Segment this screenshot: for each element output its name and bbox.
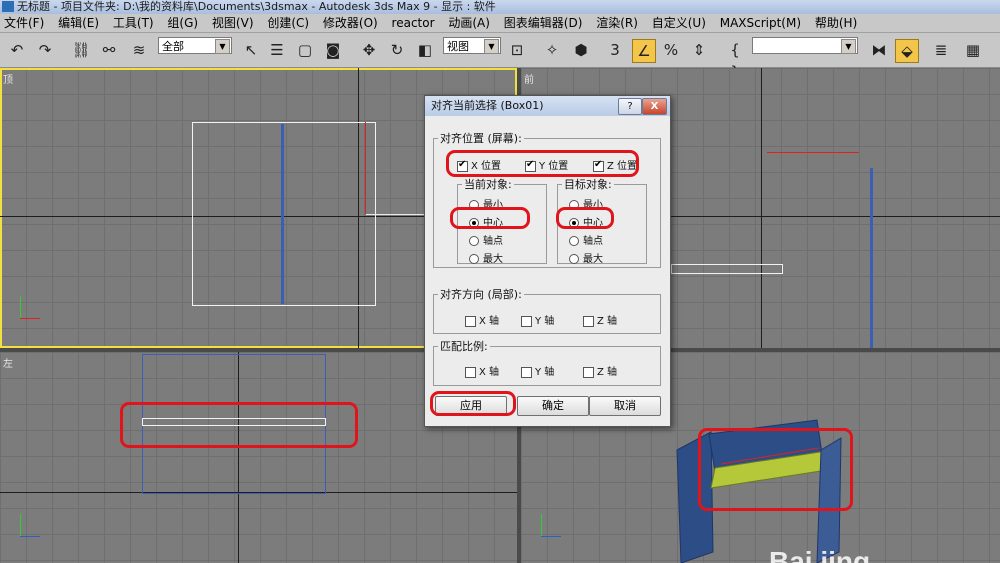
curve-editor-icon[interactable]: ▦ <box>962 39 984 61</box>
dialog-title: 对齐当前选择 (Box01) <box>431 99 544 112</box>
menu-group[interactable]: 组(G) <box>163 14 204 32</box>
angle-snap-icon[interactable]: ∠ <box>632 39 656 63</box>
reference-coordinate-dropdown[interactable]: 视图 ▼ <box>443 37 501 54</box>
target-min-radio[interactable]: 最小 <box>569 196 603 211</box>
mirror-icon[interactable]: ⧓ <box>868 39 890 61</box>
axis-tripod <box>537 512 577 542</box>
selection-filter-value: 全部 <box>162 40 184 53</box>
match-scale-legend: 匹配比例: <box>440 340 488 353</box>
scale-x-checkbox[interactable]: X 轴 <box>465 363 499 378</box>
window-title: 无标题 - 项目文件夹: D:\我的资料库\Documents\3dsmax -… <box>17 0 496 13</box>
gizmo-x-axis <box>366 214 426 215</box>
orient-y-checkbox[interactable]: Y 轴 <box>521 312 554 327</box>
current-max-radio[interactable]: 最大 <box>469 250 503 265</box>
box-object-outline[interactable] <box>671 264 783 274</box>
spinner-snap-icon[interactable]: ⇕ <box>688 39 710 61</box>
keyboard-shortcut-icon[interactable]: ⬢ <box>570 39 592 61</box>
menu-reactor[interactable]: reactor <box>388 14 441 32</box>
snaps-toggle-icon[interactable]: 3 <box>604 39 626 61</box>
apply-button[interactable]: 应用 <box>435 396 507 416</box>
chevron-down-icon: ▼ <box>215 39 230 54</box>
close-button[interactable]: X <box>642 98 667 115</box>
rectangular-selection-icon[interactable]: ▢ <box>294 39 316 61</box>
menu-bar: 文件(F) 编辑(E) 工具(T) 组(G) 视图(V) 创建(C) 修改器(O… <box>0 14 1000 33</box>
chevron-down-icon: ▼ <box>841 39 856 54</box>
chevron-down-icon: ▼ <box>484 39 499 54</box>
orient-x-checkbox[interactable]: X 轴 <box>465 312 499 327</box>
viewport-label-top: 顶 <box>3 75 13 86</box>
scale-z-checkbox[interactable]: Z 轴 <box>583 363 617 378</box>
axis-tripod <box>16 290 56 320</box>
menu-help[interactable]: 帮助(H) <box>811 14 863 32</box>
menu-maxscript[interactable]: MAXScript(M) <box>716 14 807 32</box>
axis-tripod <box>16 512 56 542</box>
align-orientation-legend: 对齐方向 (局部): <box>440 288 522 301</box>
select-and-link-icon[interactable]: ⛓ <box>70 39 92 61</box>
current-min-radio[interactable]: 最小 <box>469 196 503 211</box>
undo-icon[interactable]: ↶ <box>6 39 28 61</box>
match-scale-group: 匹配比例: <box>433 338 661 386</box>
current-center-radio[interactable]: 中心 <box>469 214 503 229</box>
y-position-checkbox[interactable]: Y 位置 <box>525 157 568 172</box>
target-object-legend: 目标对象: <box>564 178 612 191</box>
app-logo-icon <box>2 1 14 12</box>
align-position-legend: 对齐位置 (屏幕): <box>440 132 522 145</box>
menu-graph-editors[interactable]: 图表编辑器(D) <box>500 14 589 32</box>
menu-create[interactable]: 创建(C) <box>263 14 315 32</box>
watermark: Bai jing <box>769 546 871 563</box>
window-crossing-icon[interactable]: ◙ <box>322 39 344 61</box>
align-selection-dialog: 对齐当前选择 (Box01) ? X 对齐位置 (屏幕): X 位置 Y 位置 … <box>424 95 671 427</box>
gizmo-x-axis <box>767 152 859 153</box>
select-object-icon[interactable]: ↖ <box>240 39 262 61</box>
snaps-toggle-label: 3 <box>610 41 620 59</box>
viewport-label-front: 前 <box>524 75 534 86</box>
percent-snap-icon[interactable]: % <box>660 39 682 61</box>
orient-z-checkbox[interactable]: Z 轴 <box>583 312 617 327</box>
select-by-name-icon[interactable]: ☰ <box>266 39 288 61</box>
selection-filter-dropdown[interactable]: 全部 ▼ <box>158 37 232 54</box>
target-pivot-radio[interactable]: 轴点 <box>569 232 603 247</box>
box-object-outline[interactable] <box>192 122 376 306</box>
ok-button[interactable]: 确定 <box>517 396 589 416</box>
pivot-center-icon[interactable]: ⊡ <box>506 39 528 61</box>
align-icon[interactable]: ⬙ <box>895 39 919 63</box>
select-and-scale-icon[interactable]: ◧ <box>414 39 436 61</box>
select-and-manipulate-icon[interactable]: ✧ <box>541 39 563 61</box>
edit-named-selection-icon[interactable]: { } <box>724 39 746 81</box>
menu-edit[interactable]: 编辑(E) <box>54 14 105 32</box>
menu-tools[interactable]: 工具(T) <box>109 14 160 32</box>
redo-icon[interactable]: ↷ <box>34 39 56 61</box>
selected-box-object[interactable] <box>281 124 284 304</box>
bind-space-warp-icon[interactable]: ≋ <box>128 39 150 61</box>
current-object-legend: 当前对象: <box>464 178 512 191</box>
menu-file[interactable]: 文件(F) <box>0 14 50 32</box>
named-selection-dropdown[interactable]: ▼ <box>752 37 858 54</box>
select-and-rotate-icon[interactable]: ↻ <box>386 39 408 61</box>
x-position-checkbox[interactable]: X 位置 <box>457 157 501 172</box>
target-center-radio[interactable]: 中心 <box>569 214 603 229</box>
gizmo-y-axis <box>365 122 366 214</box>
window-titlebar: 无标题 - 项目文件夹: D:\我的资料库\Documents\3dsmax -… <box>0 0 1000 14</box>
menu-rendering[interactable]: 渲染(R) <box>592 14 644 32</box>
current-pivot-radio[interactable]: 轴点 <box>469 232 503 247</box>
menu-animation[interactable]: 动画(A) <box>444 14 496 32</box>
help-button[interactable]: ? <box>618 98 642 115</box>
z-position-checkbox[interactable]: Z 位置 <box>593 157 637 172</box>
selected-box-object[interactable] <box>870 168 873 348</box>
main-toolbar: ↶ ↷ ⛓ ⚯ ≋ 全部 ▼ ↖ ☰ ▢ ◙ ✥ ↻ ◧ 视图 ▼ ⊡ ✧ ⬢ … <box>0 33 1000 81</box>
menu-modifiers[interactable]: 修改器(O) <box>319 14 384 32</box>
unlink-icon[interactable]: ⚯ <box>98 39 120 61</box>
selected-box-object[interactable] <box>142 418 326 426</box>
select-and-move-icon[interactable]: ✥ <box>358 39 380 61</box>
menu-views[interactable]: 视图(V) <box>208 14 260 32</box>
layer-manager-icon[interactable]: ≣ <box>930 39 952 61</box>
dialog-titlebar: 对齐当前选择 (Box01) ? X <box>425 96 670 116</box>
reference-coordinate-value: 视图 <box>447 40 469 53</box>
menu-customize[interactable]: 自定义(U) <box>648 14 712 32</box>
target-max-radio[interactable]: 最大 <box>569 250 603 265</box>
viewport-label-left: 左 <box>3 359 13 370</box>
scale-y-checkbox[interactable]: Y 轴 <box>521 363 554 378</box>
cancel-button[interactable]: 取消 <box>589 396 661 416</box>
grid-axis-y <box>761 68 762 348</box>
